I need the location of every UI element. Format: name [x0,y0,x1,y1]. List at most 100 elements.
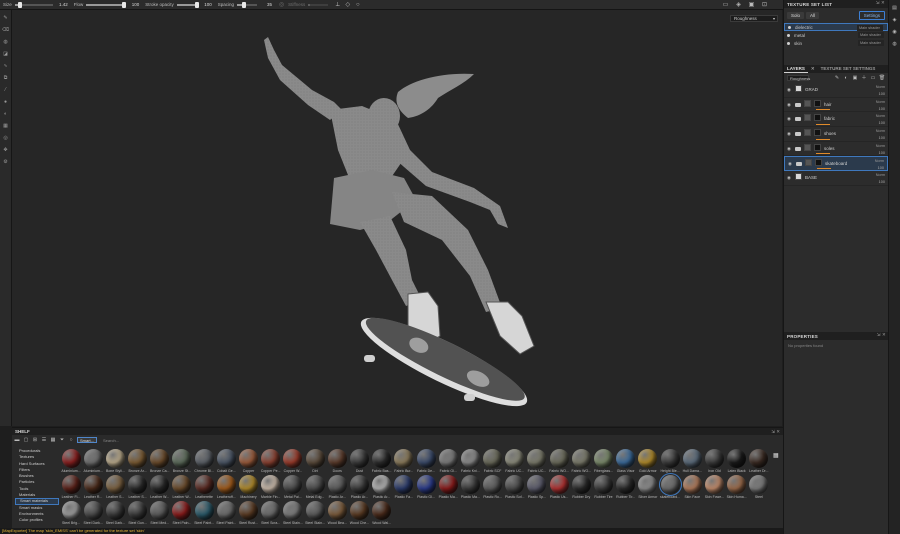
folder-icon[interactable] [795,146,801,151]
layer-row[interactable]: ◉ GRAD Norm 100 [784,83,888,98]
flow-slider-knob[interactable] [122,1,127,8]
smart-material-item[interactable]: Glass Visor [615,449,637,475]
layer-row[interactable]: ◉ soles Norm 100 [784,142,888,157]
layer-opacity[interactable]: 100 [879,136,885,140]
spacing-value[interactable]: 35 [260,2,272,7]
smart-material-item[interactable]: Fabric Kni... [459,449,481,475]
smart-material-item[interactable]: Fabric WO... [548,449,570,475]
smart-material-item[interactable]: Bone Styli... [104,449,126,475]
stroke-opacity-slider[interactable] [176,1,199,8]
folder-icon[interactable] [795,132,801,137]
size-slider[interactable] [14,1,53,8]
3d-viewport[interactable]: Roughness [12,10,782,426]
smart-material-item[interactable]: Height Ble... [659,449,681,475]
bake-icon[interactable]: ● [2,98,10,106]
smart-material-item[interactable]: Steel Stain... [282,501,304,527]
smart-material-item[interactable]: Copper [238,449,260,475]
texture-set-shader[interactable]: Main shader [858,32,884,38]
visibility-eye-icon[interactable]: ◉ [787,146,792,151]
smart-material-item[interactable]: Skin Huma... [726,475,748,501]
smart-material-item[interactable]: Machinery [238,475,260,501]
layer-blend-mode[interactable]: Norm [876,85,885,89]
eraser-icon[interactable]: ⌫ [2,26,10,34]
panel-window-icons[interactable]: ⇲ ✕ [877,332,886,338]
spacing-slider[interactable] [237,1,258,8]
layer-opacity[interactable]: 100 [879,151,885,155]
smart-material-item[interactable]: Plastic Ma... [437,475,459,501]
smart-material-item[interactable]: Cobalt Ge... [215,449,237,475]
smart-material-item[interactable]: Plastic Fa... [393,475,415,501]
display-settings-icon[interactable]: ◉ [891,28,899,36]
shader-settings-icon[interactable]: ◍ [891,40,899,48]
texture-set-row[interactable]: metal Main shader [784,31,888,39]
list-view-icon[interactable]: ☰ [41,437,47,443]
smart-material-item[interactable]: Leather Fi... [60,475,82,501]
layer-row[interactable]: ◉ BASE Norm 100 [784,171,888,186]
grid-view-icon[interactable]: ▦ [50,437,56,443]
smart-material-item[interactable]: Iron Old [703,449,725,475]
texture-set-row[interactable]: dielectric Main shader [784,23,888,31]
smart-material-item[interactable]: Leatheroff... [215,475,237,501]
smart-material-item[interactable]: Steel [748,475,770,501]
smart-material-item[interactable]: Fiberglass... [593,449,615,475]
smart-material-item[interactable]: Aluminium... [82,449,104,475]
smart-material-item[interactable]: Marble Fin... [260,475,282,501]
add-fill-layer-icon[interactable]: ▣ [852,75,858,81]
layer-mask-thumbnail[interactable] [814,114,821,122]
smart-material-item[interactable]: Plastic Us... [548,475,570,501]
texture-set-visibility-icon[interactable] [787,41,790,45]
smart-material-item[interactable]: Steel Paint... [193,501,215,527]
layer-mask-thumbnail[interactable] [814,143,821,151]
smart-material-item[interactable]: Leather Dr... [748,449,770,475]
smart-material-item[interactable]: Metal Pai... [282,475,304,501]
smart-material-item[interactable]: Steel Gun... [127,501,149,527]
layer-blend-mode[interactable]: Norm [876,173,885,177]
smart-material-item[interactable]: Leather S... [127,475,149,501]
polygon-fill-icon[interactable]: ◪ [2,50,10,58]
smart-material-item[interactable]: Copper W... [282,449,304,475]
size-value[interactable]: 1.42 [56,2,68,7]
layer-blend-mode[interactable]: Norm [876,129,885,133]
folder-icon[interactable] [796,162,802,167]
new-item-icon[interactable]: ▢ [23,437,29,443]
smudge-icon[interactable]: ∿ [2,62,10,70]
smart-material-item[interactable]: Steel Med... [149,501,171,527]
smart-material-item[interactable]: Bronze St... [171,449,193,475]
smart-material-item[interactable]: Steel Paint... [215,501,237,527]
geometry-mask-icon[interactable]: ▦ [2,122,10,130]
smart-material-item[interactable]: Fabric Gl... [437,449,459,475]
visibility-eye-icon[interactable]: ◉ [787,87,792,92]
pivot-icon[interactable]: ○ [354,1,361,8]
visibility-eye-icon[interactable]: ◉ [787,131,792,136]
smart-material-item[interactable]: skateboard... [658,473,682,501]
smart-material-item[interactable]: Leather W... [171,475,193,501]
layer-opacity[interactable]: 100 [879,92,885,96]
texture-set-list-icon[interactable]: ▤ [891,4,899,12]
smart-material-item[interactable]: Leather R... [82,475,104,501]
symmetry-icon[interactable]: ⟂ [334,1,341,8]
smart-material-item[interactable]: Steel Pain... [171,501,193,527]
smart-material-item[interactable]: Wood Wal... [371,501,393,527]
filter-chip[interactable]: Smart... [77,437,98,443]
smart-material-item[interactable]: Bronze Ar... [127,449,149,475]
smart-material-item[interactable]: Rubber Dry [570,475,592,501]
texture-set-visibility-icon[interactable] [787,33,790,37]
smart-material-item[interactable]: Fabric UC... [504,449,526,475]
smart-material-item[interactable]: Doors [326,449,348,475]
layers-icon[interactable]: ◈ [891,16,899,24]
smart-material-item[interactable]: Aluminium... [60,449,82,475]
smart-material-item[interactable]: Leather W... [149,475,171,501]
display-settings-icon[interactable]: ▭ [722,1,729,8]
smart-material-item[interactable]: Steel Dark... [104,501,126,527]
smart-material-item[interactable]: Dust [348,449,370,475]
smart-material-item[interactable]: Steel Dark... [82,501,104,527]
layer-mask-thumbnail[interactable] [815,159,822,167]
settings-gear-icon[interactable]: ⚙ [2,158,10,166]
smart-material-item[interactable]: Plastic Sp... [526,475,548,501]
smart-material-item[interactable]: Wood Bea... [326,501,348,527]
flow-control[interactable]: Flow 100 [71,0,143,10]
smart-material-item[interactable]: Copper Pe... [260,449,282,475]
tab-all[interactable]: All [806,12,820,19]
add-layer-icon[interactable]: ＋ [861,75,867,81]
texture-set-visibility-icon[interactable] [788,25,791,29]
